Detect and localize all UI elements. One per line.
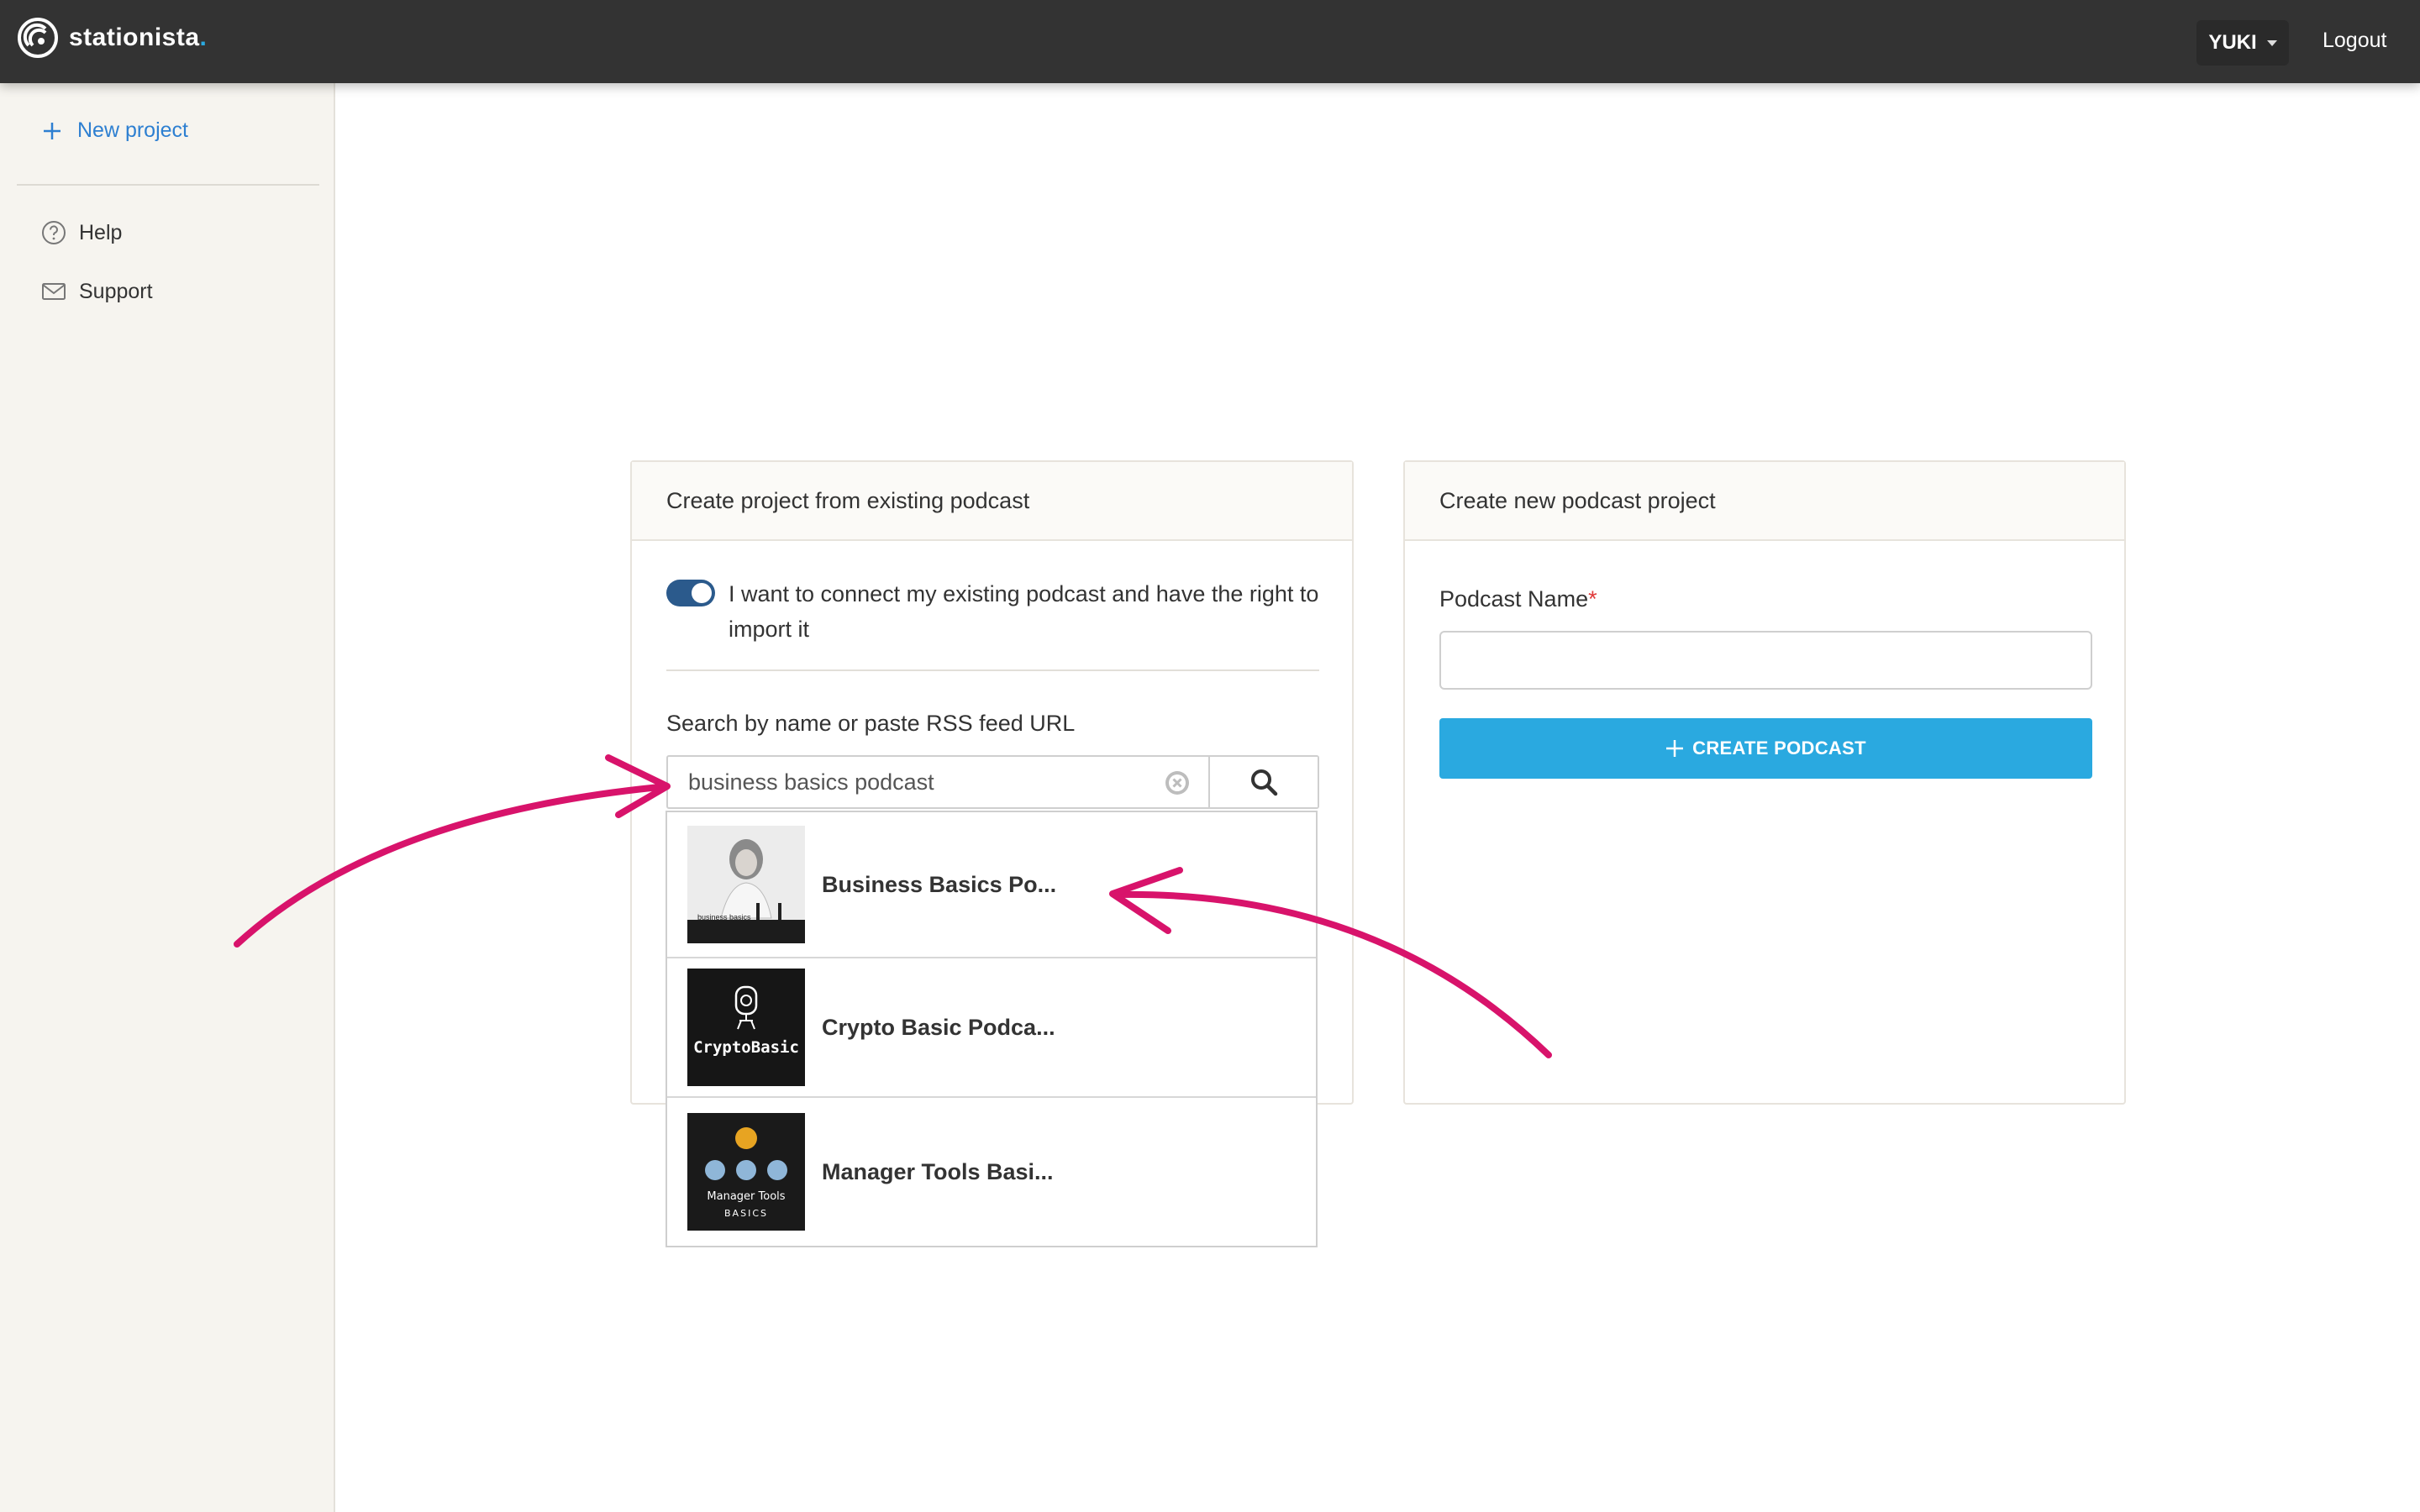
result-title: Crypto Basic Podca... xyxy=(822,1014,1055,1040)
card-title: Create project from existing podcast xyxy=(632,462,1352,541)
podcast-name-input[interactable] xyxy=(1439,631,2092,690)
thumbnail-text: CryptoBasic xyxy=(693,1038,799,1057)
sidebar-item-help[interactable]: Help xyxy=(40,219,122,246)
toggle-knob xyxy=(692,583,712,603)
search-result-item[interactable]: Manager Tools BASICS Manager Tools Basi.… xyxy=(667,1098,1316,1246)
search-button[interactable] xyxy=(1208,757,1318,807)
user-menu-button[interactable]: YUKI xyxy=(2196,20,2289,66)
import-toggle-row: I want to connect my existing podcast an… xyxy=(666,576,1330,647)
podcast-thumbnail: CryptoBasic xyxy=(687,969,805,1086)
sidebar-item-support[interactable]: Support xyxy=(40,278,153,305)
search-label: Search by name or paste RSS feed URL xyxy=(666,711,1076,736)
logo[interactable]: stationista. xyxy=(17,17,207,59)
thumbnail-text: BASICS xyxy=(724,1208,768,1219)
thumbnail-text: Manager Tools xyxy=(707,1190,785,1203)
card-divider xyxy=(666,669,1319,671)
result-title: Business Basics Po... xyxy=(822,871,1057,897)
clear-search-icon[interactable] xyxy=(1163,769,1192,797)
result-title: Manager Tools Basi... xyxy=(822,1158,1054,1184)
search-icon xyxy=(1251,769,1278,796)
sidebar: New project Help Support xyxy=(0,83,335,1512)
search-result-item[interactable]: business basics Business Basics Po... xyxy=(667,812,1316,958)
plus-icon xyxy=(1666,740,1684,757)
search-box xyxy=(666,755,1319,809)
create-podcast-label: CREATE PODCAST xyxy=(1692,738,1866,759)
logo-text: stationista. xyxy=(69,24,208,51)
logout-link[interactable]: Logout xyxy=(2323,29,2386,53)
import-toggle[interactable] xyxy=(666,580,715,606)
help-circle-icon xyxy=(42,221,66,244)
sidebar-item-label: Help xyxy=(79,220,123,244)
thumbnail-text: business basics xyxy=(697,913,751,921)
podcast-thumbnail: business basics xyxy=(687,826,805,943)
import-toggle-label: I want to connect my existing podcast an… xyxy=(729,581,1319,642)
search-results-dropdown: business basics Business Basics Po... Cr… xyxy=(666,811,1318,1247)
sidebar-divider xyxy=(17,184,319,186)
sidebar-item-label: Support xyxy=(79,279,153,303)
plus-icon xyxy=(44,122,60,139)
podcast-search-input[interactable] xyxy=(668,757,1163,807)
podcast-thumbnail: Manager Tools BASICS xyxy=(687,1113,805,1231)
mail-icon xyxy=(42,283,66,300)
new-project-label: New project xyxy=(77,118,188,142)
required-mark: * xyxy=(1588,586,1597,612)
logo-mark-icon xyxy=(18,18,58,58)
caret-down-icon xyxy=(2266,39,2277,46)
new-podcast-card: Create new podcast project Podcast Name*… xyxy=(1403,460,2126,1105)
podcast-name-label: Podcast Name* xyxy=(1439,586,1597,612)
new-project-link[interactable]: New project xyxy=(42,118,188,143)
card-title: Create new podcast project xyxy=(1405,462,2124,541)
search-result-item[interactable]: CryptoBasic Crypto Basic Podca... xyxy=(667,958,1316,1098)
create-podcast-button[interactable]: CREATE PODCAST xyxy=(1439,718,2092,779)
top-bar: stationista. YUKI Logout xyxy=(0,0,2420,83)
user-name: YUKI xyxy=(2208,31,2257,54)
